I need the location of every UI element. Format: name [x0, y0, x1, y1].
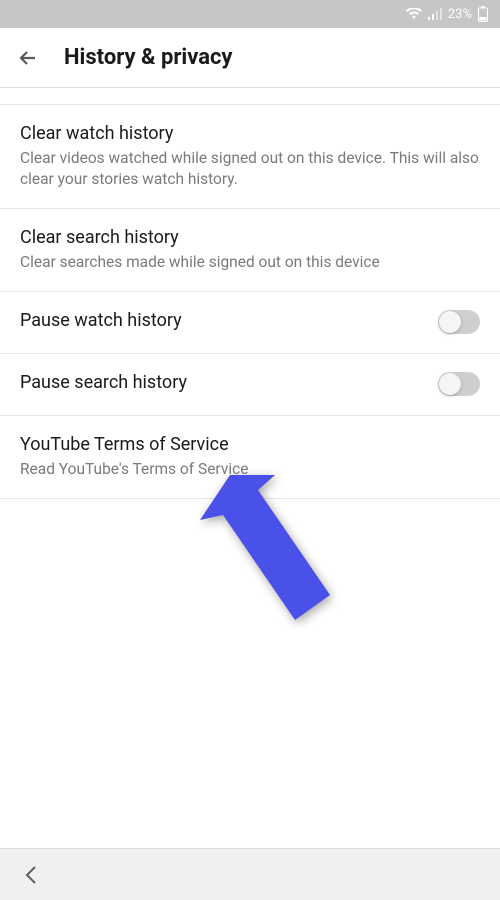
back-button[interactable]	[16, 46, 40, 70]
terms-of-service-item[interactable]: YouTube Terms of Service Read YouTube's …	[0, 416, 500, 499]
clear-watch-history-item[interactable]: Clear watch history Clear videos watched…	[0, 104, 500, 209]
settings-list: Clear watch history Clear videos watched…	[0, 104, 500, 499]
page-title: History & privacy	[64, 45, 233, 70]
system-back-button[interactable]	[24, 865, 44, 885]
item-title: Pause watch history	[20, 310, 438, 331]
item-title: Clear search history	[20, 227, 480, 248]
item-title: Pause search history	[20, 372, 438, 393]
wifi-icon	[406, 8, 422, 20]
clear-search-history-item[interactable]: Clear search history Clear searches made…	[0, 209, 500, 292]
pause-search-history-toggle[interactable]	[438, 372, 480, 396]
pause-watch-history-item[interactable]: Pause watch history	[0, 292, 500, 354]
item-title: Clear watch history	[20, 123, 480, 144]
battery-icon	[478, 6, 488, 22]
bottom-nav-bar	[0, 848, 500, 900]
battery-percentage: 23%	[448, 7, 472, 22]
item-subtitle: Clear searches made while signed out on …	[20, 252, 480, 273]
item-title: YouTube Terms of Service	[20, 434, 480, 455]
item-subtitle: Clear videos watched while signed out on…	[20, 148, 480, 190]
pause-search-history-item[interactable]: Pause search history	[0, 354, 500, 416]
signal-icon	[428, 8, 442, 20]
item-subtitle: Read YouTube's Terms of Service	[20, 459, 480, 480]
pause-watch-history-toggle[interactable]	[438, 310, 480, 334]
app-header: History & privacy	[0, 28, 500, 88]
status-bar: 23%	[0, 0, 500, 28]
